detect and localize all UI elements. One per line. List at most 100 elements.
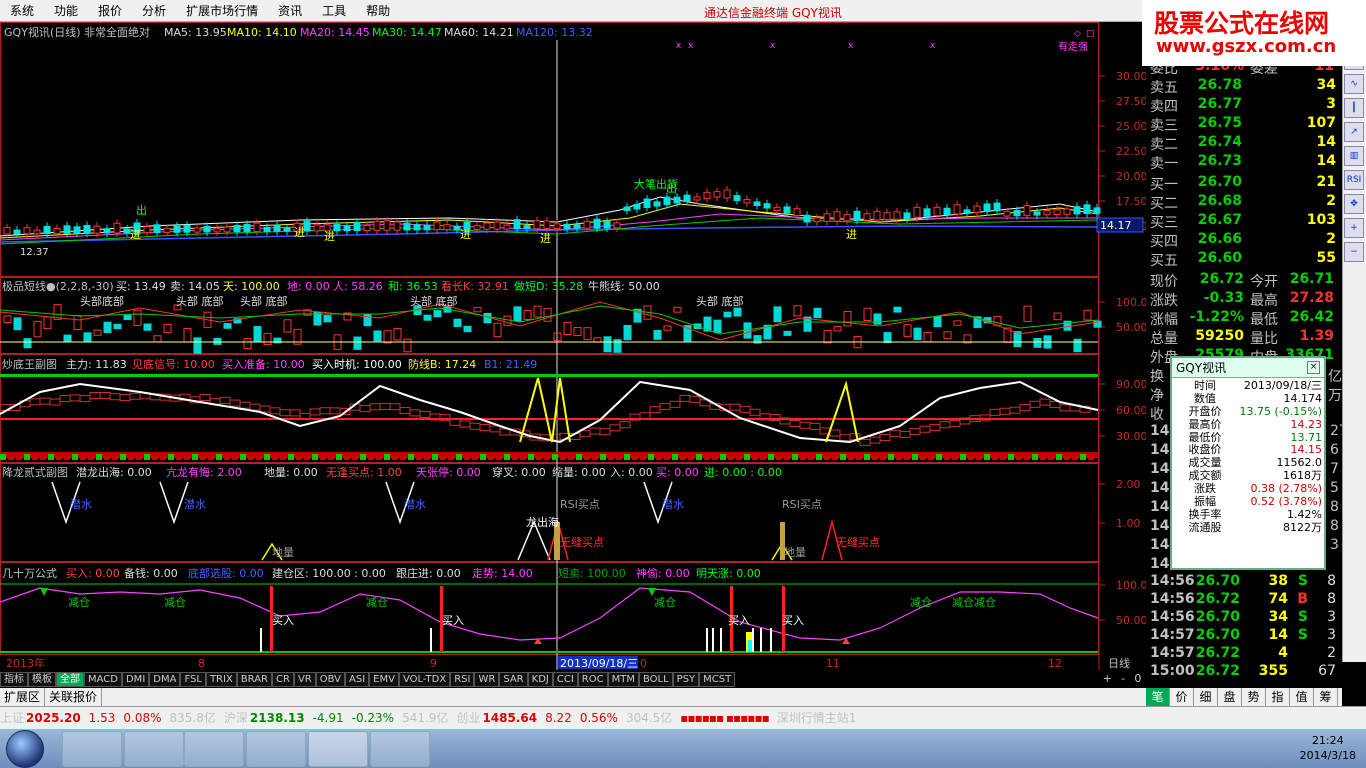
indicator-tab-wr[interactable]: WR bbox=[474, 672, 500, 687]
tab-zero-button[interactable]: 0 bbox=[1134, 672, 1141, 688]
chart-area[interactable]: GQY视讯(日线) 非常全面绝对 MA5: 13.95 MA10: 14.10 … bbox=[0, 22, 1146, 670]
app-window: 系统 功能 报价 分析 扩展市场行情 资讯 工具 帮助 通达信金融终端 GQY视… bbox=[0, 0, 1366, 768]
p2-bar bbox=[113, 323, 122, 330]
p2-bar bbox=[513, 306, 522, 322]
indicator-tab-brar[interactable]: BRAR bbox=[236, 672, 272, 687]
menu-item-tools[interactable]: 工具 bbox=[312, 2, 356, 19]
p3-strip-cell bbox=[752, 454, 758, 460]
toolbar-zoom-in-icon[interactable]: + bbox=[1344, 218, 1364, 238]
candle bbox=[63, 225, 71, 234]
indicator-tab-obv[interactable]: OBV bbox=[315, 672, 345, 687]
candle bbox=[1073, 206, 1081, 215]
p2-bar bbox=[653, 329, 662, 340]
right-tab-6[interactable]: 值 bbox=[1290, 688, 1314, 706]
indicator-tab-mtm[interactable]: MTM bbox=[607, 672, 639, 687]
menu-item-news[interactable]: 资讯 bbox=[268, 2, 312, 19]
status-station[interactable]: 深圳行情主站1 bbox=[777, 709, 857, 726]
taskbar-chrome-icon[interactable] bbox=[246, 731, 306, 767]
p3-strip-cell bbox=[1088, 454, 1094, 460]
taskbar-tdx-icon[interactable] bbox=[308, 731, 368, 767]
indicator-tab-全部[interactable]: 全部 bbox=[56, 672, 84, 687]
indicator-tab-fsl[interactable]: FSL bbox=[180, 672, 206, 687]
start-button-icon[interactable] bbox=[6, 730, 44, 768]
candle bbox=[913, 206, 921, 218]
quote-label: 卖三 bbox=[1150, 118, 1178, 134]
indicator-tab-rsi[interactable]: RSI bbox=[450, 672, 475, 687]
tab-plus-button[interactable]: + bbox=[1103, 672, 1112, 688]
taskbar-ie-icon[interactable] bbox=[124, 731, 184, 767]
candle bbox=[53, 228, 61, 235]
axis-label: 60.00 bbox=[1116, 404, 1146, 417]
popup-row-2: 开盘价 13.75 (-0.15%) bbox=[1174, 405, 1323, 419]
indicator-tab-指标[interactable]: 指标 bbox=[0, 672, 28, 687]
candle bbox=[653, 201, 661, 207]
indicator-tab-vr[interactable]: VR bbox=[293, 672, 316, 687]
right-tab-4[interactable]: 势 bbox=[1242, 688, 1266, 706]
date-axis-0: 2013年 bbox=[6, 656, 45, 670]
indicator-tab-macd[interactable]: MACD bbox=[84, 672, 122, 687]
right-tab-1[interactable]: 价 bbox=[1170, 688, 1194, 706]
indicator-tab-kdj[interactable]: KDJ bbox=[527, 672, 553, 687]
indicator-tab-psy[interactable]: PSY bbox=[672, 672, 700, 687]
toolbar-line-icon[interactable]: ∿ bbox=[1344, 74, 1364, 94]
p4-legend-jin: 进: 0.00 : 0.00 bbox=[704, 466, 782, 479]
indicator-tab-vol-tdx[interactable]: VOL-TDX bbox=[398, 672, 451, 687]
popup-value: 2013/09/18/三 bbox=[1243, 379, 1322, 392]
toolbar-zoom-out-icon[interactable]: − bbox=[1344, 242, 1364, 262]
right-tab-7[interactable]: 筹 bbox=[1314, 688, 1338, 706]
p3-strip-cell bbox=[1008, 454, 1014, 460]
toolbar-rsi-icon[interactable]: RSI bbox=[1344, 170, 1364, 190]
tab-extended-area[interactable]: 扩展区 bbox=[0, 688, 46, 706]
popup-value: 14.174 bbox=[1283, 391, 1323, 405]
indicator-tab-boll[interactable]: BOLL bbox=[638, 672, 673, 687]
period-label[interactable]: 日线 bbox=[1108, 656, 1130, 670]
toolbar-trend-icon[interactable]: ↗ bbox=[1344, 122, 1364, 142]
p2-bar bbox=[623, 325, 632, 341]
taskbar-media-icon[interactable] bbox=[184, 731, 244, 767]
indicator-tab-dmi[interactable]: DMI bbox=[121, 672, 150, 687]
menu-item-extended-market[interactable]: 扩展市场行情 bbox=[176, 2, 268, 19]
candle bbox=[413, 224, 421, 231]
p3-strip-cell bbox=[64, 454, 70, 460]
data-popup[interactable]: GQY视讯 × 时间 2013/09/18/三 数值 14.174 开盘价 13.75 (… bbox=[1170, 356, 1326, 570]
right-tab-5[interactable]: 指 bbox=[1266, 688, 1290, 706]
toolbar-bars-icon[interactable]: ▥ bbox=[1344, 146, 1364, 166]
indicator-tab-模板[interactable]: 模板 bbox=[28, 672, 56, 687]
menu-item-help[interactable]: 帮助 bbox=[356, 2, 400, 19]
indicator-tab-cr[interactable]: CR bbox=[272, 672, 294, 687]
candle bbox=[403, 222, 411, 231]
stat-label: 涨跌 bbox=[1150, 293, 1178, 309]
menu-item-quote[interactable]: 报价 bbox=[88, 2, 132, 19]
p3-strip-cell bbox=[688, 454, 694, 460]
right-tab-0[interactable]: 笔 bbox=[1146, 688, 1170, 706]
taskbar-paint-icon[interactable] bbox=[370, 731, 430, 767]
indicator-tab-trix[interactable]: TRIX bbox=[205, 672, 237, 687]
candle bbox=[393, 221, 401, 231]
p2-bar bbox=[83, 332, 92, 342]
toolbar-candle-icon[interactable]: ┃ bbox=[1344, 98, 1364, 118]
toolbar-move-icon[interactable]: ✥ bbox=[1344, 194, 1364, 214]
tab-related-quote[interactable]: 关联报价 bbox=[45, 688, 103, 706]
popup-close-button[interactable]: × bbox=[1307, 361, 1320, 374]
indicator-tab-roc[interactable]: ROC bbox=[577, 672, 608, 687]
stat-label: 现价 bbox=[1150, 274, 1178, 290]
indicator-tab-asi[interactable]: ASI bbox=[345, 672, 370, 687]
right-tab-3[interactable]: 盘 bbox=[1218, 688, 1242, 706]
system-clock[interactable]: 21:24 2014/3/18 bbox=[1300, 733, 1356, 763]
menu-item-function[interactable]: 功能 bbox=[44, 2, 88, 19]
indicator-tab-sar[interactable]: SAR bbox=[499, 672, 528, 687]
menu-item-analysis[interactable]: 分析 bbox=[132, 2, 176, 19]
indicator-tab-cci[interactable]: CCI bbox=[552, 672, 578, 687]
p3-strip-cell bbox=[352, 454, 358, 460]
right-tab-2[interactable]: 细 bbox=[1194, 688, 1218, 706]
menu-item-system[interactable]: 系统 bbox=[0, 2, 44, 19]
indicator-tab-mcst[interactable]: MCST bbox=[699, 672, 736, 687]
candle bbox=[313, 224, 321, 232]
tab-minus-button[interactable]: - bbox=[1121, 672, 1125, 688]
taskbar-explorer-icon[interactable] bbox=[62, 731, 122, 767]
candle bbox=[673, 196, 681, 204]
indicator-tab-dma[interactable]: DMA bbox=[149, 672, 181, 687]
indicator-tab-emv[interactable]: EMV bbox=[369, 672, 399, 687]
status-signal-icon: ▪▪▪▪▪▪ ▪▪▪▪▪▪ bbox=[680, 710, 769, 725]
p3-strip-cell bbox=[968, 454, 974, 460]
